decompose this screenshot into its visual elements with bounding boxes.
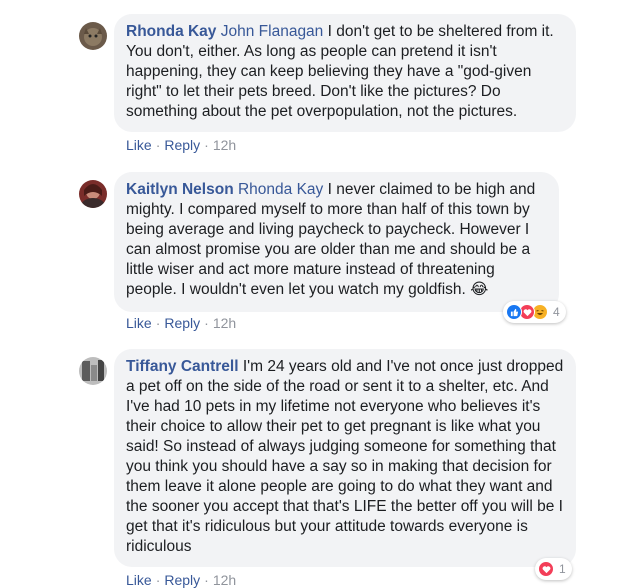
avatar[interactable] bbox=[79, 357, 107, 385]
reaction-count: 1 bbox=[559, 562, 566, 576]
reply-button[interactable]: Reply bbox=[164, 137, 200, 153]
separator: · bbox=[204, 315, 209, 331]
comment-text: I'm 24 years old and I've not once just … bbox=[126, 358, 564, 555]
separator: · bbox=[155, 315, 161, 331]
reaction-summary[interactable]: 4 bbox=[503, 301, 566, 323]
comment-mention[interactable]: Rhonda Kay bbox=[238, 181, 323, 198]
comment-actions: Like · Reply · 12h bbox=[126, 315, 236, 331]
comment-mention[interactable]: John Flanagan bbox=[221, 23, 324, 40]
comment-author[interactable]: Rhonda Kay bbox=[126, 23, 216, 40]
avatar[interactable] bbox=[79, 180, 107, 208]
timestamp[interactable]: 12h bbox=[213, 315, 236, 331]
reaction-summary[interactable]: 1 bbox=[535, 558, 572, 580]
like-icon bbox=[506, 304, 522, 320]
separator: · bbox=[155, 572, 161, 588]
comment-bubble: Rhonda Kay John Flanagan I don't get to … bbox=[114, 14, 576, 132]
comment-thread: Rhonda Kay John Flanagan I don't get to … bbox=[0, 0, 625, 588]
separator: · bbox=[204, 572, 209, 588]
comment-bubble: Tiffany Cantrell I'm 24 years old and I'… bbox=[114, 349, 576, 567]
like-button[interactable]: Like bbox=[126, 572, 152, 588]
comment-text: I never claimed to be high and mighty. I… bbox=[126, 181, 536, 298]
like-button[interactable]: Like bbox=[126, 137, 152, 153]
timestamp[interactable]: 12h bbox=[213, 137, 236, 153]
reaction-count: 4 bbox=[553, 305, 560, 319]
reply-button[interactable]: Reply bbox=[164, 315, 200, 331]
comment-author[interactable]: Kaitlyn Nelson bbox=[126, 181, 234, 198]
separator: · bbox=[204, 137, 209, 153]
reply-button[interactable]: Reply bbox=[164, 572, 200, 588]
comment-actions: Like · Reply · 12h bbox=[126, 137, 236, 153]
comment-bubble: Kaitlyn Nelson Rhonda Kay I never claime… bbox=[114, 172, 559, 312]
comment-actions: Like · Reply · 12h bbox=[126, 572, 236, 588]
separator: · bbox=[155, 137, 161, 153]
timestamp[interactable]: 12h bbox=[213, 572, 236, 588]
comment-author[interactable]: Tiffany Cantrell bbox=[126, 358, 239, 375]
avatar[interactable] bbox=[79, 22, 107, 50]
like-button[interactable]: Like bbox=[126, 315, 152, 331]
love-icon bbox=[538, 561, 554, 577]
